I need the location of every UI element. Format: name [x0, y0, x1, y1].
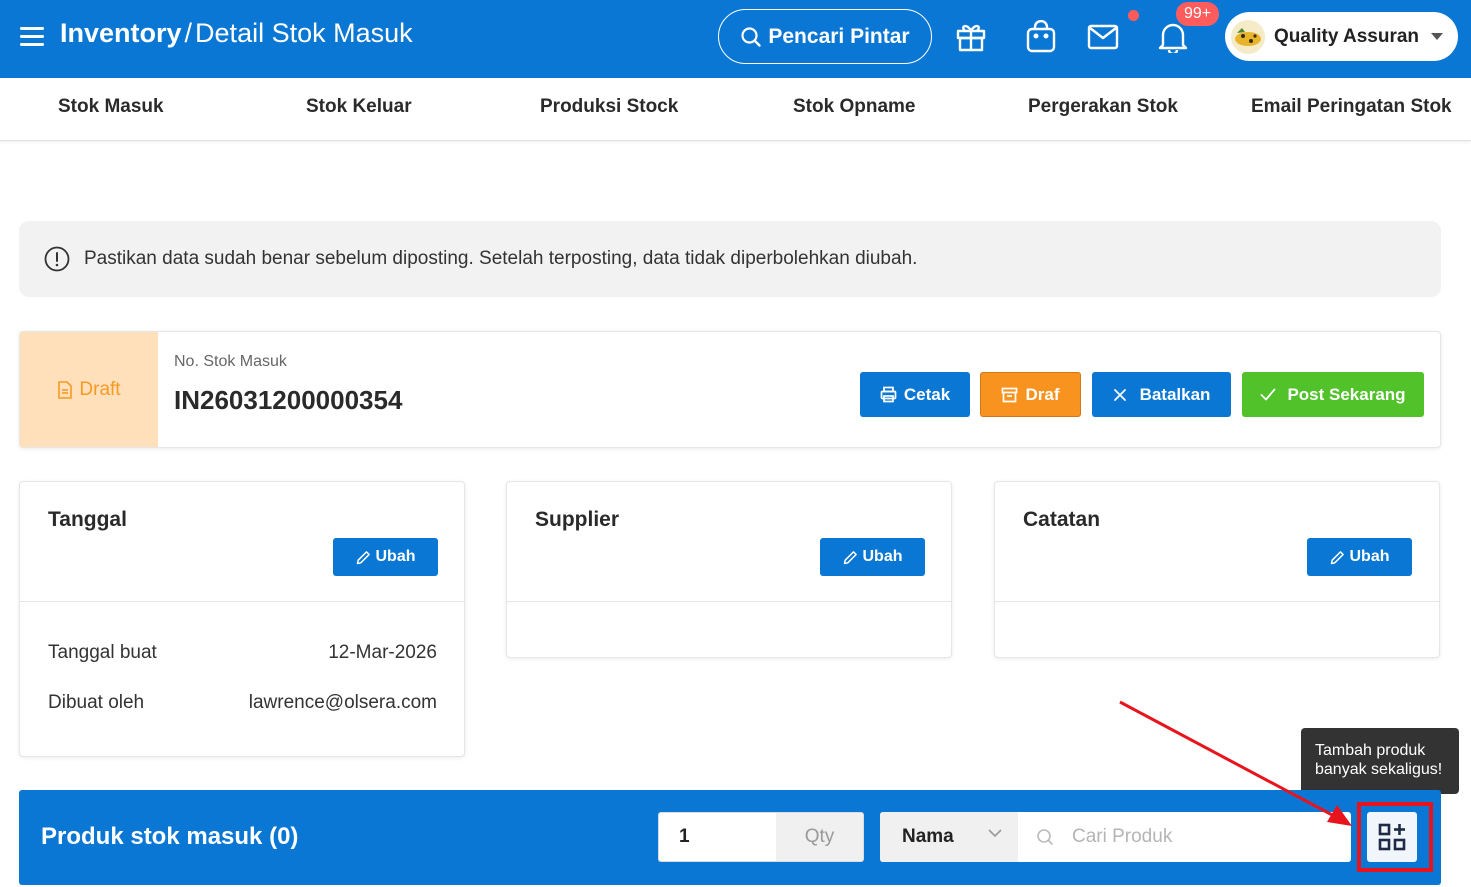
notes-card: Catatan Ubah: [994, 481, 1440, 658]
alert-text: Pastikan data sudah benar sebelum dipost…: [84, 248, 918, 269]
smart-search-label: Pencari Pintar: [768, 24, 910, 48]
date-card-title: Tanggal: [48, 508, 127, 531]
printer-icon: [880, 386, 897, 403]
created-by-value: lawrence@olsera.com: [248, 692, 437, 713]
products-title: Produk stok masuk (0): [41, 823, 299, 850]
notification-badge: 99+: [1176, 2, 1220, 26]
search-icon: [741, 26, 762, 47]
bulk-add-tooltip: Tambah produk banyak sekaligus!: [1301, 728, 1459, 802]
quantity-field[interactable]: 1 Qty: [658, 812, 864, 862]
tab-email-peringatan-stok[interactable]: Email Peringatan Stok: [1251, 96, 1452, 118]
search-icon: [1037, 829, 1054, 846]
cancel-label: Batalkan: [1139, 384, 1211, 404]
document-number-label: No. Stok Masuk: [174, 353, 287, 370]
edit-date-label: Ubah: [375, 548, 416, 565]
tab-stok-opname[interactable]: Stok Opname: [793, 96, 915, 118]
info-circle-icon: [44, 246, 70, 272]
edit-date-button[interactable]: Ubah: [333, 538, 438, 576]
avatar: [1231, 19, 1265, 54]
hamburger-icon[interactable]: [20, 27, 44, 47]
pencil-icon: [1330, 550, 1344, 564]
edit-supplier-label: Ubah: [862, 548, 903, 565]
status-label: Draft: [79, 378, 121, 400]
check-icon: [1261, 388, 1276, 401]
profile-menu[interactable]: Quality Assuran: [1225, 12, 1458, 61]
breadcrumb: Inventory / Detail Stok Masuk: [60, 18, 413, 49]
tooltip-line-1: Tambah produk: [1315, 742, 1426, 759]
product-search-input[interactable]: Cari Produk: [1018, 812, 1351, 862]
pencil-icon: [843, 550, 857, 564]
search-by-select[interactable]: Nama: [880, 812, 1018, 862]
status-badge: Draft: [20, 332, 158, 447]
top-bar: Inventory / Detail Stok Masuk Pencari Pint…: [0, 0, 1471, 78]
archive-icon: [1002, 387, 1018, 402]
smart-search-button[interactable]: Pencari Pintar: [718, 9, 932, 64]
document-header-card: Draft No. Stok Masuk IN26031200000354 Ce…: [19, 331, 1441, 448]
mail-icon[interactable]: [1086, 20, 1120, 54]
draft-button[interactable]: Draf: [980, 372, 1081, 417]
tab-produksi-stock[interactable]: Produksi Stock: [540, 96, 678, 118]
quantity-unit: Qty: [776, 813, 863, 861]
chevron-down-icon: [988, 829, 1002, 838]
card-divider: [20, 601, 464, 602]
edit-notes-label: Ubah: [1349, 548, 1390, 565]
created-date-label: Tanggal buat: [48, 642, 157, 663]
draft-label: Draf: [1025, 384, 1060, 404]
product-search: Nama Cari Produk: [880, 812, 1351, 862]
tab-pergerakan-stok[interactable]: Pergerakan Stok: [1028, 96, 1178, 118]
card-divider: [995, 601, 1439, 602]
tab-stok-masuk[interactable]: Stok Masuk: [58, 96, 164, 118]
highlight-box: [1357, 802, 1433, 872]
card-divider: [507, 601, 951, 602]
post-now-button[interactable]: Post Sekarang: [1242, 372, 1424, 417]
shopping-bag-icon[interactable]: [1024, 20, 1058, 54]
search-placeholder: Cari Produk: [1072, 826, 1173, 847]
supplier-card-title: Supplier: [535, 508, 620, 531]
print-button[interactable]: Cetak: [860, 372, 970, 417]
quantity-input[interactable]: 1: [659, 813, 776, 861]
breadcrumb-separator: /: [184, 18, 193, 48]
tab-stok-keluar[interactable]: Stok Keluar: [306, 96, 412, 118]
warning-alert: Pastikan data sudah benar sebelum dipost…: [19, 221, 1441, 297]
cancel-button[interactable]: Batalkan: [1092, 372, 1231, 417]
page-title: Detail Stok Masuk: [195, 18, 413, 48]
post-now-label: Post Sekarang: [1287, 384, 1406, 404]
gift-icon[interactable]: [954, 20, 988, 54]
notes-card-title: Catatan: [1023, 508, 1101, 531]
search-by-value: Nama: [902, 826, 954, 847]
tooltip-line-2: banyak sekaligus!: [1315, 761, 1443, 778]
breadcrumb-root[interactable]: Inventory: [60, 18, 182, 48]
edit-notes-button[interactable]: Ubah: [1307, 538, 1412, 576]
edit-supplier-button[interactable]: Ubah: [820, 538, 925, 576]
document-number: IN26031200000354: [174, 385, 403, 415]
date-card: Tanggal Ubah Tanggal buat 12-Mar-2026 Di…: [19, 481, 465, 757]
created-by-label: Dibuat oleh: [48, 692, 145, 713]
chevron-down-icon: [1431, 33, 1444, 40]
mail-unread-dot: [1128, 10, 1139, 21]
supplier-card: Supplier Ubah: [506, 481, 952, 658]
created-date-value: 12-Mar-2026: [328, 642, 437, 663]
profile-name: Quality Assuran: [1274, 25, 1420, 47]
close-icon: [1113, 388, 1126, 401]
document-icon: [58, 380, 73, 399]
products-bar: Produk stok masuk (0) 1 Qty Nama Cari Pr…: [19, 790, 1441, 885]
inventory-subnav: Stok Masuk Stok Keluar Produksi Stock St…: [0, 78, 1471, 141]
print-label: Cetak: [903, 384, 951, 404]
pencil-icon: [356, 550, 370, 564]
